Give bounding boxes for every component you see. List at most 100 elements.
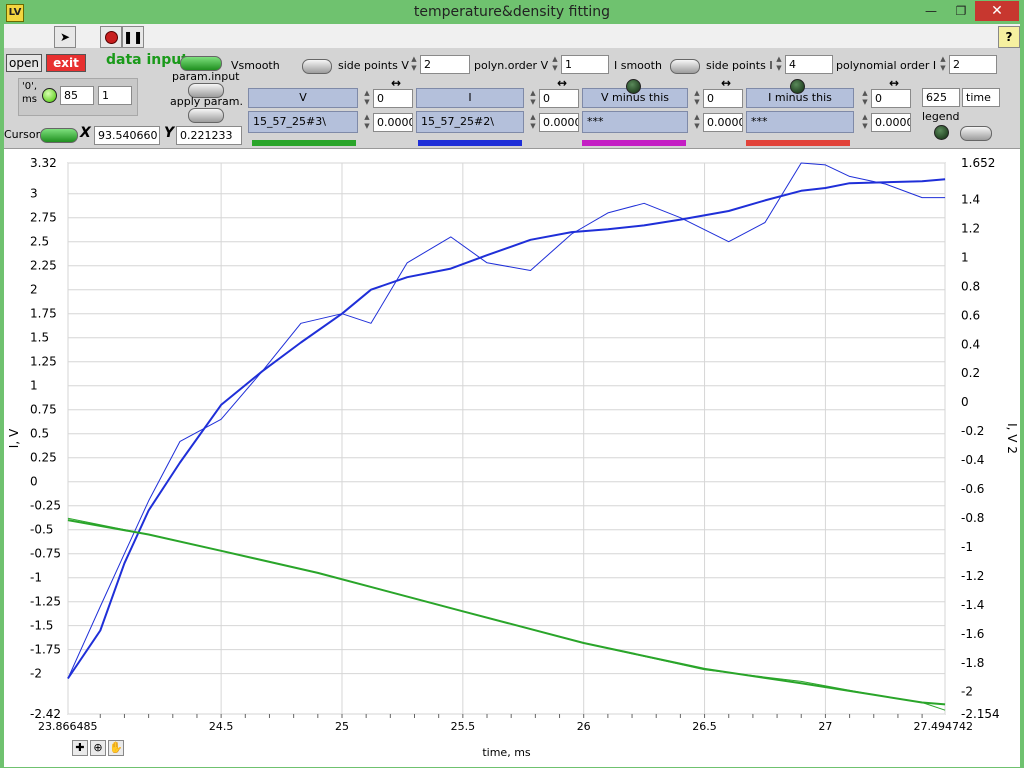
legend-label: legend: [922, 110, 960, 123]
channel-v-shift-spinner[interactable]: ▲ ▼: [362, 89, 372, 108]
y-tick-label: -0.5: [30, 523, 53, 537]
channel-v-shift-field[interactable]: 0: [373, 89, 413, 108]
open-button[interactable]: open: [6, 54, 42, 72]
channel-v-shift-arrows-icon[interactable]: ↔: [376, 77, 416, 89]
channel-i-color-swatch: [418, 140, 522, 146]
help-button[interactable]: ?: [998, 26, 1020, 48]
graph-canvas[interactable]: 3.32 3 2.75 2.5 2.25 2 1.75 1.5 1.25 1 0.75 0.5 0.25…: [4, 149, 1020, 767]
polyn-order-v-field[interactable]: 1: [561, 55, 609, 74]
y-tick-label: -2: [30, 667, 42, 681]
channel-i-minus-led[interactable]: [790, 79, 805, 94]
y2-tick-label: -1.8: [961, 656, 984, 670]
y2-tick-label: -2.154: [961, 707, 1000, 721]
channel-v-minus-shift-arrows-icon[interactable]: ↔: [706, 77, 746, 89]
window-title-bar: LV temperature&density fitting — ❐ ✕: [0, 0, 1024, 24]
channel-i-shift-field[interactable]: 0: [539, 89, 579, 108]
channel-i-minus-file[interactable]: ***: [746, 111, 854, 133]
y-tick-label: -1.25: [30, 595, 61, 609]
cursor-x-label: X: [80, 125, 91, 141]
minimize-button[interactable]: —: [916, 1, 946, 21]
channel-v-minus-shift-field[interactable]: 0: [703, 89, 743, 108]
zero-ms-led: [42, 88, 57, 103]
cursor-x-field[interactable]: 93.540660: [94, 126, 160, 145]
run-arrow-icon[interactable]: ➤: [54, 26, 76, 48]
apply-param-label: apply param.: [170, 95, 243, 108]
channel-i-shift-arrows-icon[interactable]: ↔: [542, 77, 582, 89]
legend-toggle[interactable]: [960, 126, 992, 141]
vsmooth-label: Vsmooth: [231, 59, 280, 72]
x-tick-label: 27: [818, 720, 832, 733]
y-tick-label: -1.75: [30, 643, 61, 657]
side-points-v-label: side points V: [338, 59, 409, 72]
cursor-y-label: Y: [164, 125, 175, 141]
exit-button[interactable]: exit: [46, 54, 86, 72]
channel-v-minus-shift-spinner[interactable]: ▲ ▼: [692, 89, 702, 108]
channel-i-file[interactable]: 15_57_25#2\: [416, 111, 524, 133]
y-tick-label: -2.42: [30, 707, 61, 721]
y-tick-label: 1: [30, 379, 38, 393]
side-points-v-spinner[interactable]: ▲ ▼: [409, 55, 419, 74]
channel-i-shift-spinner[interactable]: ▲ ▼: [528, 89, 538, 108]
y2-tick-label: -1.4: [961, 598, 984, 612]
y-tick-label: -1: [30, 571, 42, 585]
time-field[interactable]: 625: [922, 88, 960, 107]
cursor-toggle[interactable]: [40, 128, 78, 143]
zoom-icon[interactable]: ⊕: [90, 740, 106, 756]
y2-tick-label: -0.2: [961, 424, 984, 438]
param-input-label: param.input: [172, 70, 240, 83]
toolbar: ➤ ❚❚ ?: [4, 24, 1020, 48]
y-axis-title: I, V: [7, 428, 21, 448]
maximize-button[interactable]: ❐: [946, 1, 976, 21]
channel-v-offset-spinner[interactable]: ▲ ▼: [362, 113, 372, 132]
y2-tick-label: -1.6: [961, 627, 984, 641]
zero-ms-field[interactable]: 85: [60, 86, 94, 105]
polyn-order-v-label: polyn.order V: [474, 59, 549, 72]
y2-tick-label: 1.2: [961, 221, 980, 235]
channel-i-minus-offset-spinner[interactable]: ▲ ▼: [860, 113, 870, 132]
channel-i-minus-shift-arrows-icon[interactable]: ↔: [874, 77, 914, 89]
channel-i-minus-color-swatch: [746, 140, 850, 146]
y2-tick-label: 0.8: [961, 279, 980, 293]
zero-ms-field-2[interactable]: 1: [98, 86, 132, 105]
channel-i-offset-spinner[interactable]: ▲ ▼: [528, 113, 538, 132]
crosshair-cursor-icon[interactable]: ✚: [72, 740, 88, 756]
pause-icon[interactable]: ❚❚: [122, 26, 144, 48]
waveform-graph[interactable]: 3.32 3 2.75 2.5 2.25 2 1.75 1.5 1.25 1 0.75 0.5 0.25…: [4, 148, 1020, 767]
side-points-i-spinner[interactable]: ▲ ▼: [774, 55, 784, 74]
zero-ms-label: '0', ms: [22, 81, 38, 105]
x-tick-label: 25: [335, 720, 349, 733]
side-points-v-field[interactable]: 2: [420, 55, 470, 74]
channel-v-minus-color-swatch: [582, 140, 686, 146]
x-tick-label: 26: [577, 720, 591, 733]
x-tick-label: 25.5: [451, 720, 476, 733]
channel-v-offset-field[interactable]: 0.0000: [373, 113, 413, 132]
legend-led[interactable]: [934, 125, 949, 140]
side-points-i-field[interactable]: 4: [785, 55, 833, 74]
cursor-label: Cursor: [4, 128, 41, 141]
channel-i-minus-offset-field[interactable]: 0.0000: [871, 113, 911, 132]
channel-i-minus-shift-spinner[interactable]: ▲ ▼: [860, 89, 870, 108]
apply-param-toggle[interactable]: [188, 108, 224, 123]
y-tick-label: 2.75: [30, 211, 57, 225]
close-button[interactable]: ✕: [975, 1, 1019, 21]
plot-area: [67, 162, 946, 715]
ismooth-toggle[interactable]: [670, 59, 700, 74]
channel-v-minus-offset-field[interactable]: 0.0000: [703, 113, 743, 132]
window-title: temperature&density fitting: [413, 4, 611, 20]
side-points-i-label: side points I: [706, 59, 773, 72]
vsmooth-toggle[interactable]: [302, 59, 332, 74]
polyn-order-v-spinner[interactable]: ▲ ▼: [550, 55, 560, 74]
channel-v-minus-led[interactable]: [626, 79, 641, 94]
polyn-order-i-spinner[interactable]: ▲ ▼: [938, 55, 948, 74]
channel-v-minus-offset-spinner[interactable]: ▲ ▼: [692, 113, 702, 132]
channel-i-header: I: [416, 88, 524, 108]
pan-hand-icon[interactable]: ✋: [108, 740, 124, 756]
channel-v-minus-file[interactable]: ***: [582, 111, 688, 133]
channel-i-minus-shift-field[interactable]: 0: [871, 89, 911, 108]
channel-v-file[interactable]: 15_57_25#3\: [248, 111, 358, 133]
channel-i-offset-field[interactable]: 0.0000: [539, 113, 579, 132]
abort-icon[interactable]: [100, 26, 122, 48]
cursor-y-field[interactable]: 0.221233: [176, 126, 242, 145]
data-input-toggle[interactable]: [180, 56, 222, 71]
polyn-order-i-field[interactable]: 2: [949, 55, 997, 74]
